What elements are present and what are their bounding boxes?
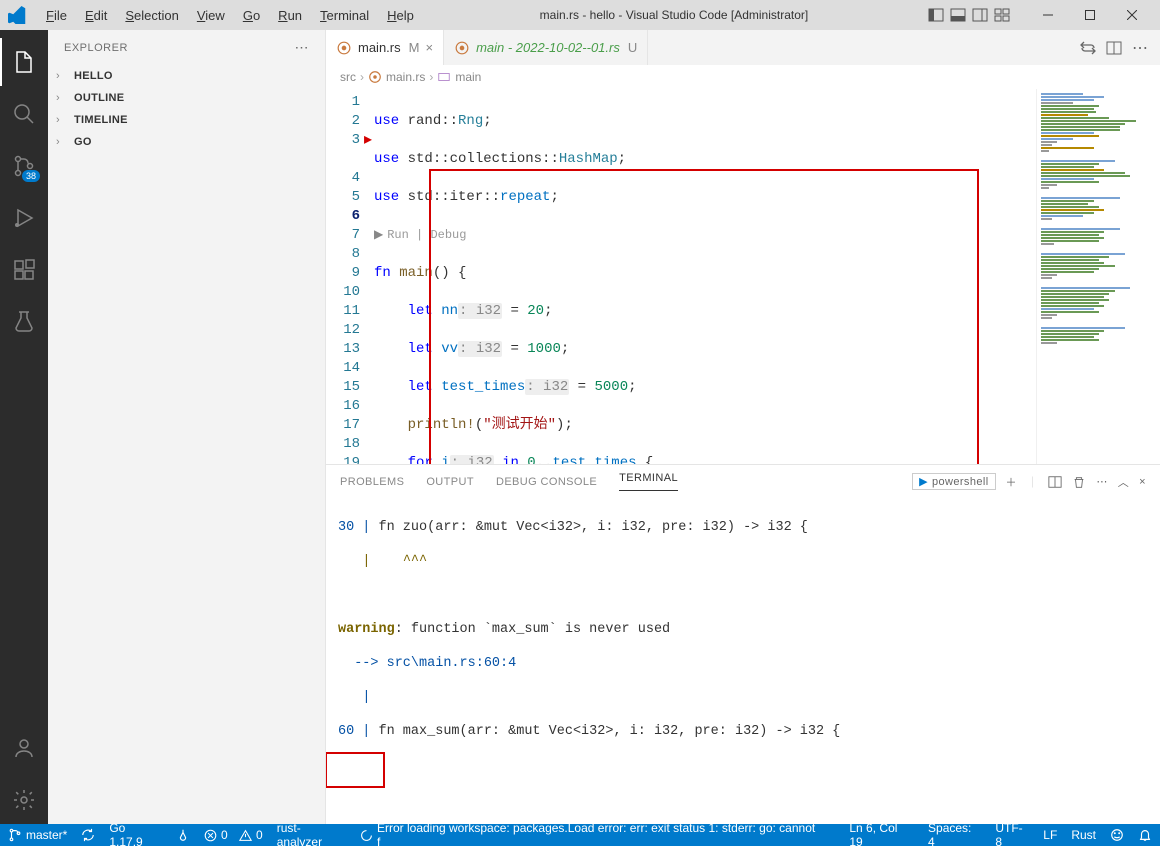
menu-bar: File Edit Selection View Go Run Terminal… xyxy=(38,4,422,27)
section-hello[interactable]: ›HELLO xyxy=(48,65,325,87)
section-timeline[interactable]: ›TIMELINE xyxy=(48,109,325,131)
line-gutter: 123▸ 45678910111213141516171819 xyxy=(326,89,374,464)
menu-edit[interactable]: Edit xyxy=(77,4,115,27)
status-language[interactable]: Rust xyxy=(1071,828,1096,842)
accounts-icon[interactable] xyxy=(0,724,48,772)
status-go-analysis[interactable] xyxy=(176,828,190,842)
status-feedback-icon[interactable] xyxy=(1110,828,1124,842)
app-icon xyxy=(8,6,26,24)
menu-go[interactable]: Go xyxy=(235,4,268,27)
overview-ruler[interactable] xyxy=(1146,89,1160,464)
close-panel-icon[interactable]: × xyxy=(1139,476,1146,488)
menu-help[interactable]: Help xyxy=(379,4,422,27)
status-bar: master* Go 1.17.9 0 0 rust-analyzer Erro… xyxy=(0,824,1160,846)
explorer-sidebar: EXPLORER ⋯ ›HELLO ›OUTLINE ›TIMELINE ›GO xyxy=(48,30,326,824)
status-loading[interactable]: Error loading workspace: packages.Load e… xyxy=(360,821,821,849)
new-terminal-icon[interactable]: ＋ xyxy=(1006,474,1017,490)
title-bar: File Edit Selection View Go Run Terminal… xyxy=(0,0,1160,30)
layout-customize[interactable] xyxy=(992,5,1012,25)
compare-changes-icon[interactable] xyxy=(1080,40,1096,56)
section-outline[interactable]: ›OUTLINE xyxy=(48,87,325,109)
more-actions-icon[interactable]: ⋯ xyxy=(1132,38,1148,58)
sidebar-title: EXPLORER xyxy=(64,42,128,54)
terminal-output[interactable]: 30 | fn zuo(arr: &mut Vec<i32>, i: i32, … xyxy=(326,498,1160,824)
window-title: main.rs - hello - Visual Studio Code [Ad… xyxy=(426,8,922,22)
tab-timeline-file[interactable]: main - 2022-10-02--01.rs U xyxy=(444,30,648,65)
terminal-shell-dropdown[interactable]: ▶powershell xyxy=(912,473,995,490)
menu-selection[interactable]: Selection xyxy=(117,4,186,27)
settings-icon[interactable] xyxy=(0,776,48,824)
search-icon[interactable] xyxy=(0,90,48,138)
scm-badge: 38 xyxy=(22,170,40,182)
menu-run[interactable]: Run xyxy=(270,4,310,27)
maximize-button[interactable] xyxy=(1070,0,1110,30)
panel-tab-output[interactable]: OUTPUT xyxy=(426,476,474,488)
tab-main-rs[interactable]: main.rs M × xyxy=(326,30,444,65)
status-indent[interactable]: Spaces: 4 xyxy=(928,821,981,849)
panel-tab-debug-console[interactable]: DEBUG CONSOLE xyxy=(496,476,597,488)
close-button[interactable] xyxy=(1112,0,1152,30)
status-rust-analyzer[interactable]: rust-analyzer xyxy=(277,821,346,849)
code-content[interactable]: use rand::Rng; use std::collections::Has… xyxy=(374,89,1036,464)
terminal-highlight-box xyxy=(326,752,385,788)
panel-tab-terminal[interactable]: TERMINAL xyxy=(619,472,678,491)
activity-bar: 38 xyxy=(0,30,48,824)
kill-terminal-icon[interactable] xyxy=(1072,475,1086,489)
menu-view[interactable]: View xyxy=(189,4,233,27)
rust-file-icon xyxy=(454,40,470,56)
minimap[interactable] xyxy=(1036,89,1146,464)
split-terminal-icon[interactable] xyxy=(1048,475,1062,489)
close-tab-icon[interactable]: × xyxy=(425,40,433,55)
status-encoding[interactable]: UTF-8 xyxy=(995,821,1029,849)
split-editor-icon[interactable] xyxy=(1106,40,1122,56)
menu-file[interactable]: File xyxy=(38,4,75,27)
testing-icon[interactable] xyxy=(0,298,48,346)
sidebar-more-icon[interactable]: ⋯ xyxy=(295,39,310,56)
status-go[interactable]: Go 1.17.9 xyxy=(109,821,162,849)
layout-toggle-sidebar-right[interactable] xyxy=(970,5,990,25)
run-debug-icon[interactable] xyxy=(0,194,48,242)
status-notifications-icon[interactable] xyxy=(1138,828,1152,842)
extensions-icon[interactable] xyxy=(0,246,48,294)
layout-toggle-panel[interactable] xyxy=(948,5,968,25)
minimize-button[interactable] xyxy=(1028,0,1068,30)
editor-tabs: main.rs M × main - 2022-10-02--01.rs U ⋯ xyxy=(326,30,1160,65)
code-editor[interactable]: 123▸ 45678910111213141516171819 use rand… xyxy=(326,89,1160,464)
status-cursor-pos[interactable]: Ln 6, Col 19 xyxy=(849,821,914,849)
panel-more-icon[interactable]: ⋯ xyxy=(1096,475,1107,488)
status-problems[interactable]: 0 0 xyxy=(204,828,263,842)
menu-terminal[interactable]: Terminal xyxy=(312,4,377,27)
panel: PROBLEMS OUTPUT DEBUG CONSOLE TERMINAL ▶… xyxy=(326,464,1160,824)
maximize-panel-icon[interactable]: ︿ xyxy=(1118,474,1129,490)
code-lens-run-debug[interactable]: ▶Run | Debug xyxy=(374,226,1036,245)
breadcrumb[interactable]: src› main.rs› main xyxy=(326,65,1160,89)
layout-toggle-sidebar-left[interactable] xyxy=(926,5,946,25)
panel-tab-problems[interactable]: PROBLEMS xyxy=(340,476,404,488)
section-go[interactable]: ›GO xyxy=(48,131,325,153)
status-branch[interactable]: master* xyxy=(8,828,67,842)
status-sync[interactable] xyxy=(81,828,95,842)
rust-file-icon xyxy=(336,40,352,56)
explorer-icon[interactable] xyxy=(0,38,48,86)
status-eol[interactable]: LF xyxy=(1043,828,1057,842)
source-control-icon[interactable]: 38 xyxy=(0,142,48,190)
